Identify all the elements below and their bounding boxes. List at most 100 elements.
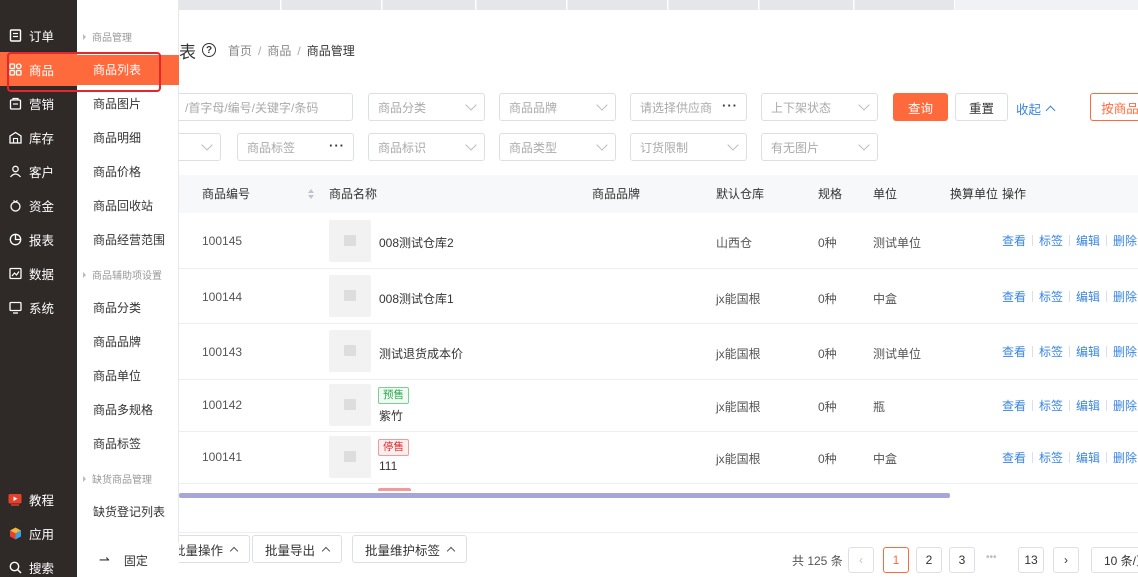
view-link[interactable]: 查看 [1002, 232, 1026, 249]
reset-button[interactable]: 重置 [955, 93, 1008, 121]
cell-name[interactable]: 008测试仓库1 [379, 290, 454, 307]
tab[interactable] [855, 0, 955, 10]
sidebar-item-label: 搜索 [29, 561, 55, 576]
main-sidebar: 订单 商品 营销 库存 客户 资金 报表 数据 系统 教程 应用 搜索 [0, 0, 77, 577]
edit-link[interactable]: 编辑 [1076, 343, 1100, 360]
submenu-item-goods-price[interactable]: 商品价格 [77, 157, 179, 187]
view-link[interactable]: 查看 [1002, 397, 1026, 414]
breadcrumb-home[interactable]: 首页 [228, 44, 252, 58]
collapse-toggle[interactable]: 收起 [1016, 99, 1056, 118]
type-select[interactable]: 商品类型 [499, 133, 616, 161]
has-image-select[interactable]: 有无图片 [761, 133, 878, 161]
batch-tags-button[interactable]: 批量维护标签 [352, 535, 468, 563]
sidebar-item-data[interactable]: 数据 [0, 256, 77, 290]
breadcrumb-goods[interactable]: 商品 [267, 44, 291, 58]
cell-warehouse: jx能国根 [716, 292, 761, 306]
page-title: 表 [179, 42, 196, 62]
page-3[interactable]: 3 [949, 547, 975, 573]
submenu-item-business-scope[interactable]: 商品经营范围 [77, 225, 179, 255]
sidebar-item-search[interactable]: 搜索 [0, 550, 77, 577]
horizontal-scrollbar[interactable] [179, 493, 950, 498]
next-page-button[interactable]: › [1053, 547, 1079, 573]
shelf-status-select[interactable]: 上下架状态 [761, 93, 878, 121]
view-link[interactable]: 查看 [1002, 449, 1026, 466]
edit-link[interactable]: 编辑 [1076, 397, 1100, 414]
tab[interactable] [383, 0, 476, 10]
supplier-select[interactable]: 请选择供应商 ··· [630, 93, 747, 121]
by-goods-button[interactable]: 按商品 [1090, 93, 1138, 121]
tab[interactable] [669, 0, 759, 10]
view-link[interactable]: 查看 [1002, 288, 1026, 305]
sidebar-item-warehouse[interactable]: 库存 [0, 120, 77, 154]
sidebar-item-orders[interactable]: 订单 [0, 18, 77, 52]
chevron-down-icon [858, 139, 870, 151]
delete-link[interactable]: 删除 [1113, 343, 1137, 360]
batch-export-button[interactable]: 批量导出 [252, 535, 343, 563]
category-select[interactable]: 商品分类 [368, 93, 485, 121]
prev-page-button[interactable]: ‹ [848, 547, 874, 573]
tab[interactable] [477, 0, 567, 10]
submenu-item-stockout-list[interactable]: 缺货登记列表 [77, 497, 179, 527]
submenu-group-title: 商品管理 [83, 29, 132, 44]
sidebar-item-system[interactable]: 系统 [0, 290, 77, 324]
delete-link[interactable]: 删除 [1113, 232, 1137, 249]
submenu-item-brand[interactable]: 商品品牌 [77, 327, 179, 357]
goods-thumbnail [329, 275, 371, 317]
sidebar-item-goods[interactable]: 商品 [0, 52, 77, 86]
tag-link[interactable]: 标签 [1039, 288, 1063, 305]
page-ellipsis[interactable]: ••• [986, 552, 997, 563]
sidebar-item-money[interactable]: 资金 [0, 188, 77, 222]
tag-link[interactable]: 标签 [1039, 397, 1063, 414]
sidebar-item-apps[interactable]: 应用 [0, 516, 77, 550]
edit-link[interactable]: 编辑 [1076, 449, 1100, 466]
page-13[interactable]: 13 [1018, 547, 1044, 573]
tab[interactable] [282, 0, 382, 10]
cell-name[interactable]: 紫竹 [379, 407, 403, 424]
page-2[interactable]: 2 [916, 547, 942, 573]
submenu-item-unit[interactable]: 商品单位 [77, 361, 179, 391]
submenu-item-goods-list[interactable]: 商品列表 [77, 55, 179, 85]
sidebar-item-report[interactable]: 报表 [0, 222, 77, 256]
delete-link[interactable]: 删除 [1113, 288, 1137, 305]
submenu-panel: 商品管理 商品列表 商品图片 商品明细 商品价格 商品回收站 商品经营范围 商品… [77, 0, 179, 577]
chevron-down-icon [596, 99, 608, 111]
sidebar-item-marketing[interactable]: 营销 [0, 86, 77, 120]
cell-name[interactable]: 008测试仓库2 [379, 234, 454, 251]
cell-spec: 0种 [818, 236, 837, 250]
submenu-item-recycle-bin[interactable]: 商品回收站 [77, 191, 179, 221]
help-icon[interactable]: ? [202, 43, 216, 57]
goods-thumbnail [329, 436, 371, 478]
pin-submenu-button[interactable]: ⇀ 固定 [77, 543, 179, 577]
tag-link[interactable]: 标签 [1039, 449, 1063, 466]
keyword-search-input[interactable]: /首字母/编号/关键字/条码 [175, 93, 353, 121]
cell-name[interactable]: 测试退货成本价 [379, 345, 463, 362]
tag-select[interactable]: 商品标签 ··· [237, 133, 354, 161]
mark-select[interactable]: 商品标识 [368, 133, 485, 161]
table-row: 100145 008测试仓库2 山西仓 0种 测试单位 查看 标签 编辑 删除 [179, 213, 1138, 269]
edit-link[interactable]: 编辑 [1076, 288, 1100, 305]
submenu-item-multi-spec[interactable]: 商品多规格 [77, 395, 179, 425]
filter-select-cut[interactable] [175, 133, 221, 161]
edit-link[interactable]: 编辑 [1076, 232, 1100, 249]
sidebar-item-tutorial[interactable]: 教程 [0, 482, 77, 516]
order-limit-select[interactable]: 订货限制 [630, 133, 747, 161]
delete-link[interactable]: 删除 [1113, 449, 1137, 466]
brand-select[interactable]: 商品品牌 [499, 93, 616, 121]
tab[interactable] [760, 0, 854, 10]
page-size-select[interactable]: 10 条/页 [1091, 547, 1138, 573]
query-button[interactable]: 查询 [893, 93, 948, 121]
tab[interactable] [179, 0, 281, 10]
submenu-item-tags[interactable]: 商品标签 [77, 429, 179, 459]
view-link[interactable]: 查看 [1002, 343, 1026, 360]
cell-name[interactable]: 111 [379, 459, 397, 473]
submenu-item-category[interactable]: 商品分类 [77, 293, 179, 323]
tag-link[interactable]: 标签 [1039, 232, 1063, 249]
submenu-item-goods-images[interactable]: 商品图片 [77, 89, 179, 119]
submenu-item-goods-detail[interactable]: 商品明细 [77, 123, 179, 153]
page-1[interactable]: 1 [883, 547, 909, 573]
tag-link[interactable]: 标签 [1039, 343, 1063, 360]
sidebar-item-customer[interactable]: 客户 [0, 154, 77, 188]
delete-link[interactable]: 删除 [1113, 397, 1137, 414]
sort-icon[interactable] [308, 189, 314, 199]
tab[interactable] [568, 0, 668, 10]
